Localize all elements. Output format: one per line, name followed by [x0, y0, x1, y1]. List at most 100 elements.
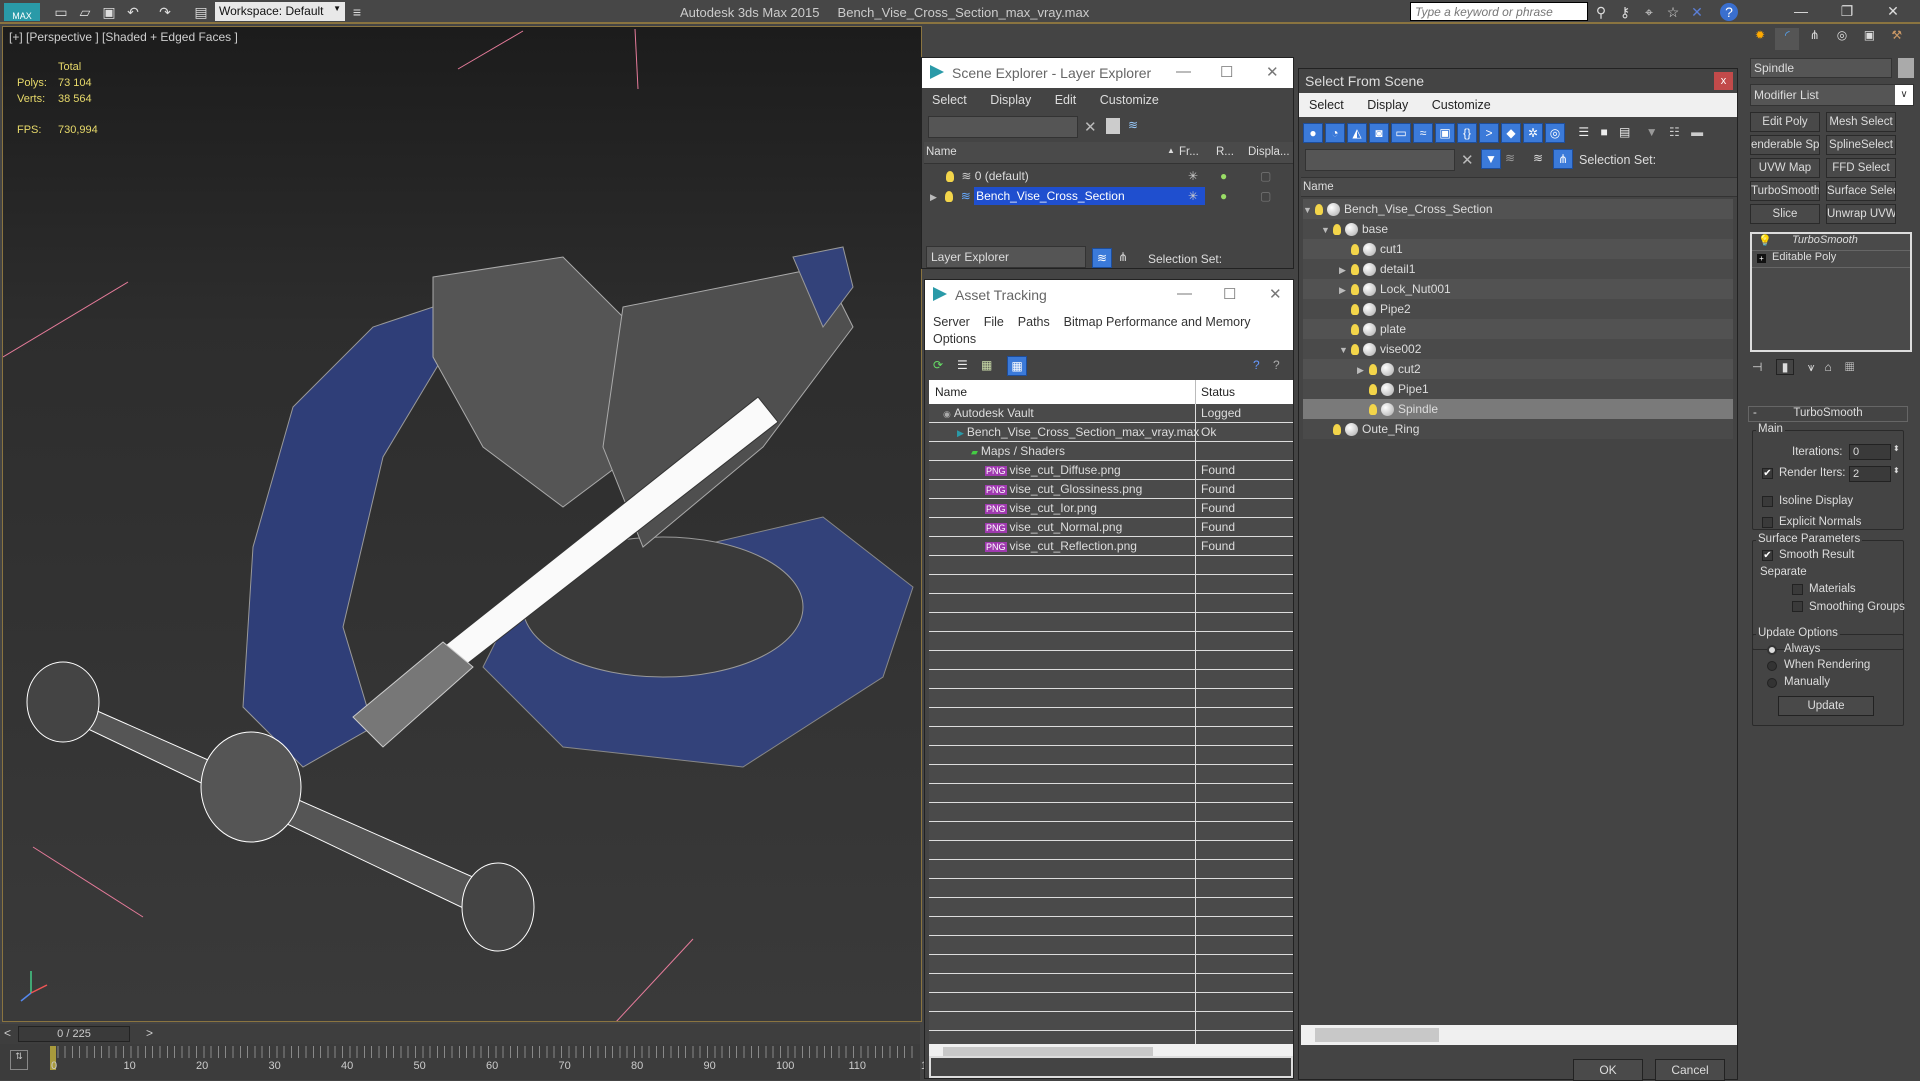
redo-icon[interactable]: ↷ [156, 3, 174, 21]
hierarchy-icon[interactable]: ⋔ [1553, 149, 1573, 169]
collapse-icon[interactable]: ▬ [1691, 125, 1703, 139]
tree-item[interactable]: Pipe1 [1303, 379, 1733, 399]
tree-item[interactable]: ▶ detail1 [1303, 259, 1733, 279]
help-icon[interactable]: ? [1253, 358, 1260, 372]
materials-checkbox[interactable] [1792, 584, 1803, 595]
filter-options-icon[interactable]: ☷ [1669, 125, 1680, 139]
tree-item-selected[interactable]: Spindle [1303, 399, 1733, 419]
modifier-button[interactable]: Mesh Select [1826, 112, 1896, 132]
make-unique-icon[interactable]: ⩛ [1808, 360, 1815, 374]
hierarchy-tab-icon[interactable]: ⋔ [1803, 28, 1827, 50]
teapot-icon[interactable]: ● [1220, 166, 1227, 186]
lightbulb-icon[interactable] [1369, 384, 1377, 396]
cancel-button[interactable]: Cancel [1655, 1059, 1725, 1081]
sort-by-layer-icon[interactable]: ≋ [1533, 151, 1543, 165]
tree-item[interactable]: ▼ Bench_Vise_Cross_Section [1303, 199, 1733, 219]
bones-filter-icon[interactable]: > [1479, 123, 1499, 143]
select-invert-icon[interactable]: ▤ [1619, 125, 1630, 139]
lightbulb-icon[interactable] [1351, 304, 1359, 316]
layers-mode-icon[interactable]: ≋ [1092, 248, 1112, 268]
menu-select[interactable]: Select [1309, 98, 1344, 112]
smooth-result-checkbox[interactable]: ✔ [1762, 550, 1773, 561]
close-button[interactable]: x [1714, 72, 1733, 90]
key-icon[interactable]: ⚷ [1616, 3, 1634, 21]
modifier-button[interactable]: Unwrap UVW [1826, 204, 1896, 224]
hidden-filter-icon[interactable]: ◎ [1545, 123, 1565, 143]
lightbulb-icon[interactable] [1315, 204, 1323, 216]
menu-options[interactable]: Options [933, 332, 976, 346]
asset-row[interactable]: ▶ Bench_Vise_Cross_Section_max_vray.max Ok [929, 423, 1293, 442]
configure-sets-icon[interactable]: ▦ [1845, 360, 1854, 374]
lightbulb-icon[interactable] [945, 191, 954, 203]
scene-explorer-titlebar[interactable]: Scene Explorer - Layer Explorer — ☐ ✕ [922, 58, 1293, 88]
iterations-spinner[interactable]: 0 [1849, 444, 1891, 460]
isoline-checkbox[interactable] [1762, 496, 1773, 507]
layer-row[interactable]: ≋ 0 (default) ✳ ● ▢ [924, 166, 1293, 186]
lightbulb-icon[interactable] [1369, 404, 1377, 416]
teapot-icon[interactable]: ● [1220, 186, 1227, 206]
close-button[interactable]: ✕ [1878, 3, 1908, 21]
maximize-button[interactable]: ☐ [1220, 63, 1233, 81]
menu-customize[interactable]: Customize [1432, 98, 1491, 112]
lightbulb-icon[interactable] [1351, 284, 1359, 296]
asset-row[interactable]: PNG vise_cut_Glossiness.png Found [929, 480, 1293, 499]
tree-item[interactable]: cut1 [1303, 239, 1733, 259]
menu-customize[interactable]: Customize [1100, 93, 1159, 107]
lightbulb-icon[interactable] [1351, 244, 1359, 256]
stack-item-turbosmooth[interactable]: 💡 TurboSmooth [1752, 234, 1910, 251]
column-display[interactable]: Displa... [1248, 146, 1290, 158]
spinner-arrows-icon[interactable]: ⬍ [1893, 466, 1900, 475]
menu-file[interactable]: File [984, 315, 1004, 329]
collapse-arrow-icon[interactable]: ▼ [1339, 340, 1351, 360]
column-name[interactable]: Name [935, 385, 967, 399]
select-none-icon[interactable]: ■ [1600, 125, 1607, 139]
xrefs-filter-icon[interactable]: {} [1457, 123, 1477, 143]
modify-tab-icon[interactable]: ◜ [1775, 28, 1800, 50]
asset-row[interactable]: PNG vise_cut_Ior.png Found [929, 499, 1293, 518]
collapse-arrow-icon[interactable]: ▼ [1303, 200, 1315, 220]
helpers-filter-icon[interactable]: ▭ [1391, 123, 1411, 143]
lightbulb-icon[interactable]: 💡 [1758, 234, 1772, 247]
remove-modifier-icon[interactable]: ⌂ [1825, 360, 1832, 374]
freeze-icon[interactable]: ✳ [1188, 186, 1198, 206]
modifier-list-dropdown[interactable]: Modifier List ∨ [1750, 84, 1914, 106]
object-name-field[interactable]: Spindle [1750, 58, 1892, 78]
scrollbar-thumb[interactable] [1315, 1028, 1439, 1042]
layer-filter-icon[interactable]: ≋ [1505, 151, 1515, 165]
select-from-scene-titlebar[interactable]: Select From Scene x [1299, 69, 1737, 93]
geometry-filter-icon[interactable]: ● [1303, 123, 1323, 143]
column-name[interactable]: Name [926, 146, 957, 158]
minimize-button[interactable]: — [1177, 285, 1192, 302]
lightbulb-icon[interactable] [946, 171, 954, 183]
search-input[interactable]: Type a keyword or phrase [1410, 2, 1588, 21]
close-button[interactable]: ✕ [1266, 63, 1279, 81]
collapse-arrow-icon[interactable]: ▼ [1321, 220, 1333, 240]
motion-tab-icon[interactable]: ◎ [1830, 28, 1854, 50]
asset-row[interactable]: ▰ Maps / Shaders [929, 442, 1293, 461]
track-bar[interactable]: ⇅ 010203040506070809010011012 [0, 1044, 933, 1080]
update-when-rendering-radio[interactable] [1767, 661, 1777, 671]
update-manually-radio[interactable] [1767, 678, 1777, 688]
minimize-button[interactable]: — [1176, 63, 1191, 80]
asset-row[interactable]: PNG vise_cut_Normal.png Found [929, 518, 1293, 537]
modifier-button[interactable]: Slice [1750, 204, 1820, 224]
explorer-mode-dropdown[interactable]: Layer Explorer [926, 246, 1086, 268]
expand-plus-icon[interactable]: + [1757, 254, 1766, 263]
column-status[interactable]: Status [1201, 385, 1235, 399]
filter-icon[interactable]: ▼ [1646, 125, 1658, 139]
asset-row[interactable]: PNG vise_cut_Reflection.png Found [929, 537, 1293, 556]
tree-item[interactable]: Pipe2 [1303, 299, 1733, 319]
select-search-input[interactable] [1305, 149, 1455, 171]
add-selected-icon[interactable] [1106, 118, 1120, 134]
lightbulb-icon[interactable] [1351, 344, 1359, 356]
app-menu-button[interactable]: MAX [4, 3, 40, 21]
minimize-button[interactable]: — [1786, 3, 1816, 21]
star-icon[interactable]: ☆ [1664, 3, 1682, 21]
modifier-button[interactable]: SplineSelect [1826, 135, 1896, 155]
menu-paths[interactable]: Paths [1018, 315, 1050, 329]
modifier-button[interactable]: Surface Select [1826, 181, 1896, 201]
project-folder-icon[interactable]: ▤ [192, 3, 210, 21]
spacewarps-filter-icon[interactable]: ≈ [1413, 123, 1433, 143]
spinner-arrows-icon[interactable]: ⬍ [1893, 444, 1900, 453]
time-slider[interactable]: 0 / 225 [18, 1026, 130, 1042]
